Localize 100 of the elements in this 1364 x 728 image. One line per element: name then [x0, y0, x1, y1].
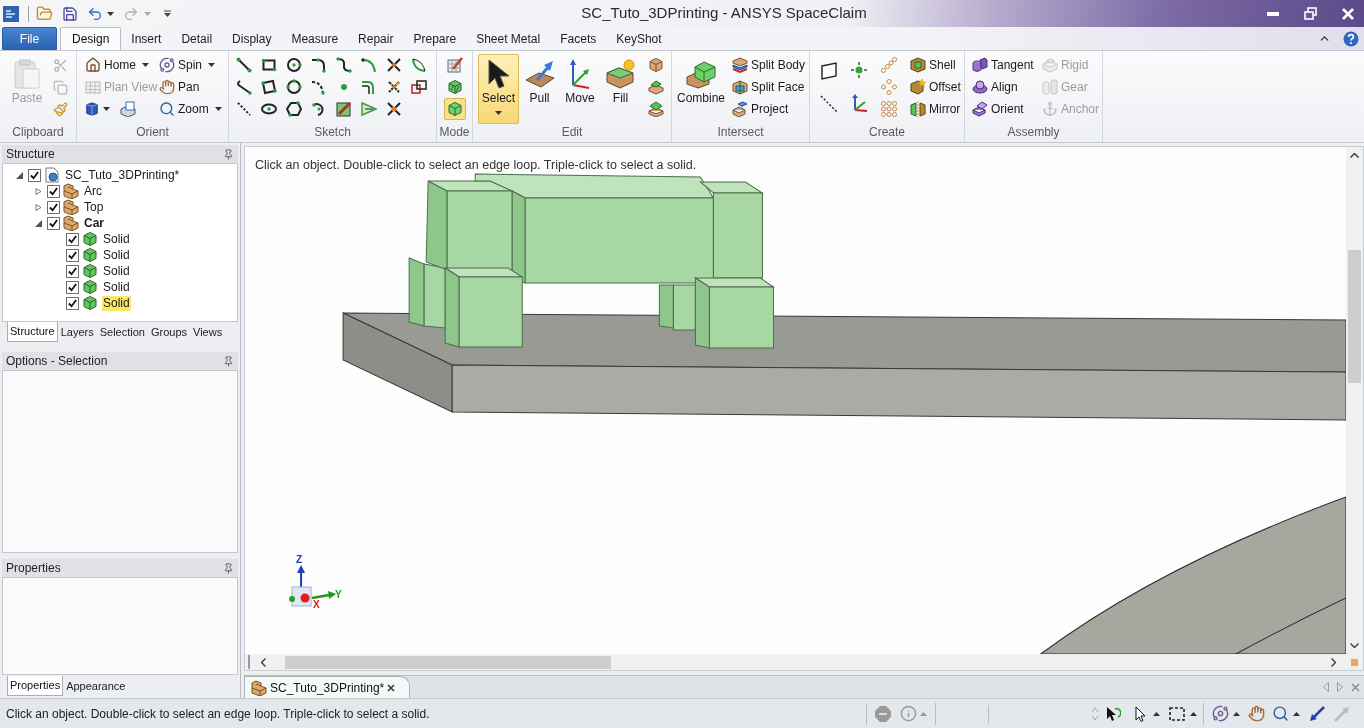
visibility-checkbox[interactable]	[47, 216, 60, 230]
circle-icon[interactable]	[285, 57, 302, 73]
close-icon[interactable]	[387, 683, 396, 692]
arc-icon[interactable]	[360, 57, 377, 73]
ribbon-tab[interactable]: KeyShot	[606, 27, 672, 50]
visibility-checkbox[interactable]	[28, 168, 41, 182]
cube-icon[interactable]	[85, 102, 99, 116]
spline-icon[interactable]	[335, 57, 352, 73]
project-button[interactable]: Project	[732, 98, 806, 120]
axes-icon[interactable]	[850, 94, 868, 112]
tree-item-label[interactable]: Solid	[102, 247, 131, 263]
orbit-icon[interactable]	[1212, 705, 1229, 722]
visibility-checkbox[interactable]	[66, 248, 79, 262]
tree-item-label[interactable]: Top	[83, 199, 105, 215]
overlapping-squares-icon[interactable]	[410, 79, 427, 95]
restore-icon[interactable]	[1304, 7, 1317, 20]
mode-button[interactable]	[443, 98, 466, 120]
shell-button[interactable]: Shell	[910, 54, 961, 76]
ribbon-tab[interactable]: Sheet Metal	[466, 27, 551, 50]
panel-tab[interactable]: Selection	[96, 322, 148, 342]
rectangle-icon[interactable]	[260, 57, 277, 73]
pin-icon[interactable]	[223, 562, 234, 574]
tree-item-label[interactable]: Solid	[102, 295, 131, 311]
ribbon-tab[interactable]: Facets	[550, 27, 607, 50]
pencil-icon[interactable]	[335, 101, 352, 117]
visibility-checkbox[interactable]	[66, 296, 79, 310]
align-button[interactable]: Align	[972, 76, 1042, 98]
three-point-circle-icon[interactable]	[285, 79, 302, 95]
pull-button[interactable]: Pull	[522, 54, 557, 124]
help-icon[interactable]	[1343, 30, 1359, 47]
dashed-rectangle-icon[interactable]	[1169, 705, 1185, 722]
tangent-line-icon[interactable]	[235, 79, 252, 95]
arrow-icon[interactable]	[1309, 705, 1325, 722]
ribbon-tab[interactable]: Design	[60, 27, 122, 50]
layered-box-icon[interactable]	[648, 79, 664, 95]
split-body-button[interactable]: Split Body	[732, 54, 806, 76]
expanded-toggle-icon[interactable]	[34, 219, 42, 227]
panel-tab[interactable]: Properties	[7, 676, 64, 696]
save-icon[interactable]	[62, 5, 78, 22]
visibility-checkbox[interactable]	[47, 200, 60, 214]
scroll-up-icon[interactable]	[1350, 153, 1359, 158]
zoom-button[interactable]: Zoom	[159, 98, 222, 120]
mirror-button[interactable]: Mirror	[910, 98, 961, 120]
ellipse-icon[interactable]	[260, 101, 277, 117]
origin-icon[interactable]	[851, 62, 867, 78]
tree-item-label[interactable]: Solid	[102, 263, 131, 279]
split-face-button[interactable]: Split Face	[732, 76, 806, 98]
ribbon-tab[interactable]: Measure	[281, 27, 349, 50]
collapsed-toggle-icon[interactable]	[34, 187, 42, 195]
panel-tab[interactable]: Structure	[7, 322, 58, 342]
ribbon-tab[interactable]: Display	[222, 27, 282, 50]
customize-icon[interactable]	[164, 10, 171, 17]
ribbon-tab[interactable]: Prepare	[403, 27, 467, 50]
ribbon-tab[interactable]: File	[2, 27, 57, 50]
expanded-toggle-icon[interactable]	[15, 171, 23, 179]
scroll-right-icon[interactable]	[1331, 657, 1336, 667]
ribbon-tab[interactable]: Detail	[171, 27, 223, 50]
line-icon[interactable]	[235, 57, 252, 73]
plane-icon[interactable]	[820, 61, 838, 80]
dashed-axis-icon[interactable]	[820, 94, 838, 113]
dashed-arc-icon[interactable]	[310, 79, 327, 95]
pin-icon[interactable]	[223, 355, 234, 367]
scrollbar-thumb[interactable]	[285, 655, 611, 669]
zoom-icon[interactable]	[1272, 705, 1289, 722]
tree-item-label[interactable]: Arc	[83, 183, 103, 199]
select-button[interactable]: Select	[478, 54, 519, 124]
point-icon[interactable]	[340, 84, 347, 90]
orient-button[interactable]: Orient	[972, 98, 1042, 120]
dot-grid-icon[interactable]	[881, 101, 897, 117]
combine-button[interactable]: Combine	[676, 54, 726, 124]
collapsed-toggle-icon[interactable]	[34, 203, 42, 211]
minimize-icon[interactable]	[1267, 11, 1279, 16]
tangent-button[interactable]: Tangent	[972, 54, 1042, 76]
panel-tab[interactable]: Groups	[147, 322, 190, 342]
fill-button[interactable]: Fill	[603, 54, 638, 124]
panel-tab[interactable]: Appearance	[63, 676, 129, 696]
cross-icon[interactable]	[385, 101, 402, 117]
app-logo-icon[interactable]	[3, 5, 19, 22]
cross-icon[interactable]	[385, 57, 402, 73]
scroll-left-icon[interactable]	[261, 657, 266, 667]
offset-button[interactable]: Offset	[910, 76, 961, 98]
ribbon-tab[interactable]: Insert	[121, 27, 172, 50]
visibility-checkbox[interactable]	[66, 264, 79, 278]
offset-curve-icon[interactable]	[360, 79, 377, 95]
curve-icon[interactable]	[410, 57, 427, 73]
tree-item-label[interactable]: Solid	[102, 279, 131, 295]
horizontal-scrollbar[interactable]	[245, 654, 1363, 670]
stacked-box-icon[interactable]	[648, 101, 664, 117]
diagonal-dots-icon[interactable]	[881, 57, 897, 73]
box-with-note-icon[interactable]	[120, 101, 136, 117]
visibility-checkbox[interactable]	[66, 280, 79, 294]
undo-icon[interactable]	[87, 5, 103, 22]
dashed-line-icon[interactable]	[235, 101, 252, 117]
visibility-checkbox[interactable]	[66, 232, 79, 246]
dot-ring-icon[interactable]	[881, 79, 897, 95]
vertical-scrollbar[interactable]	[1346, 147, 1363, 654]
open-folder-icon[interactable]	[36, 5, 53, 22]
triangle-icon[interactable]	[360, 101, 377, 117]
scroll-down-icon[interactable]	[1350, 643, 1359, 648]
pan-button[interactable]: Pan	[159, 76, 222, 98]
